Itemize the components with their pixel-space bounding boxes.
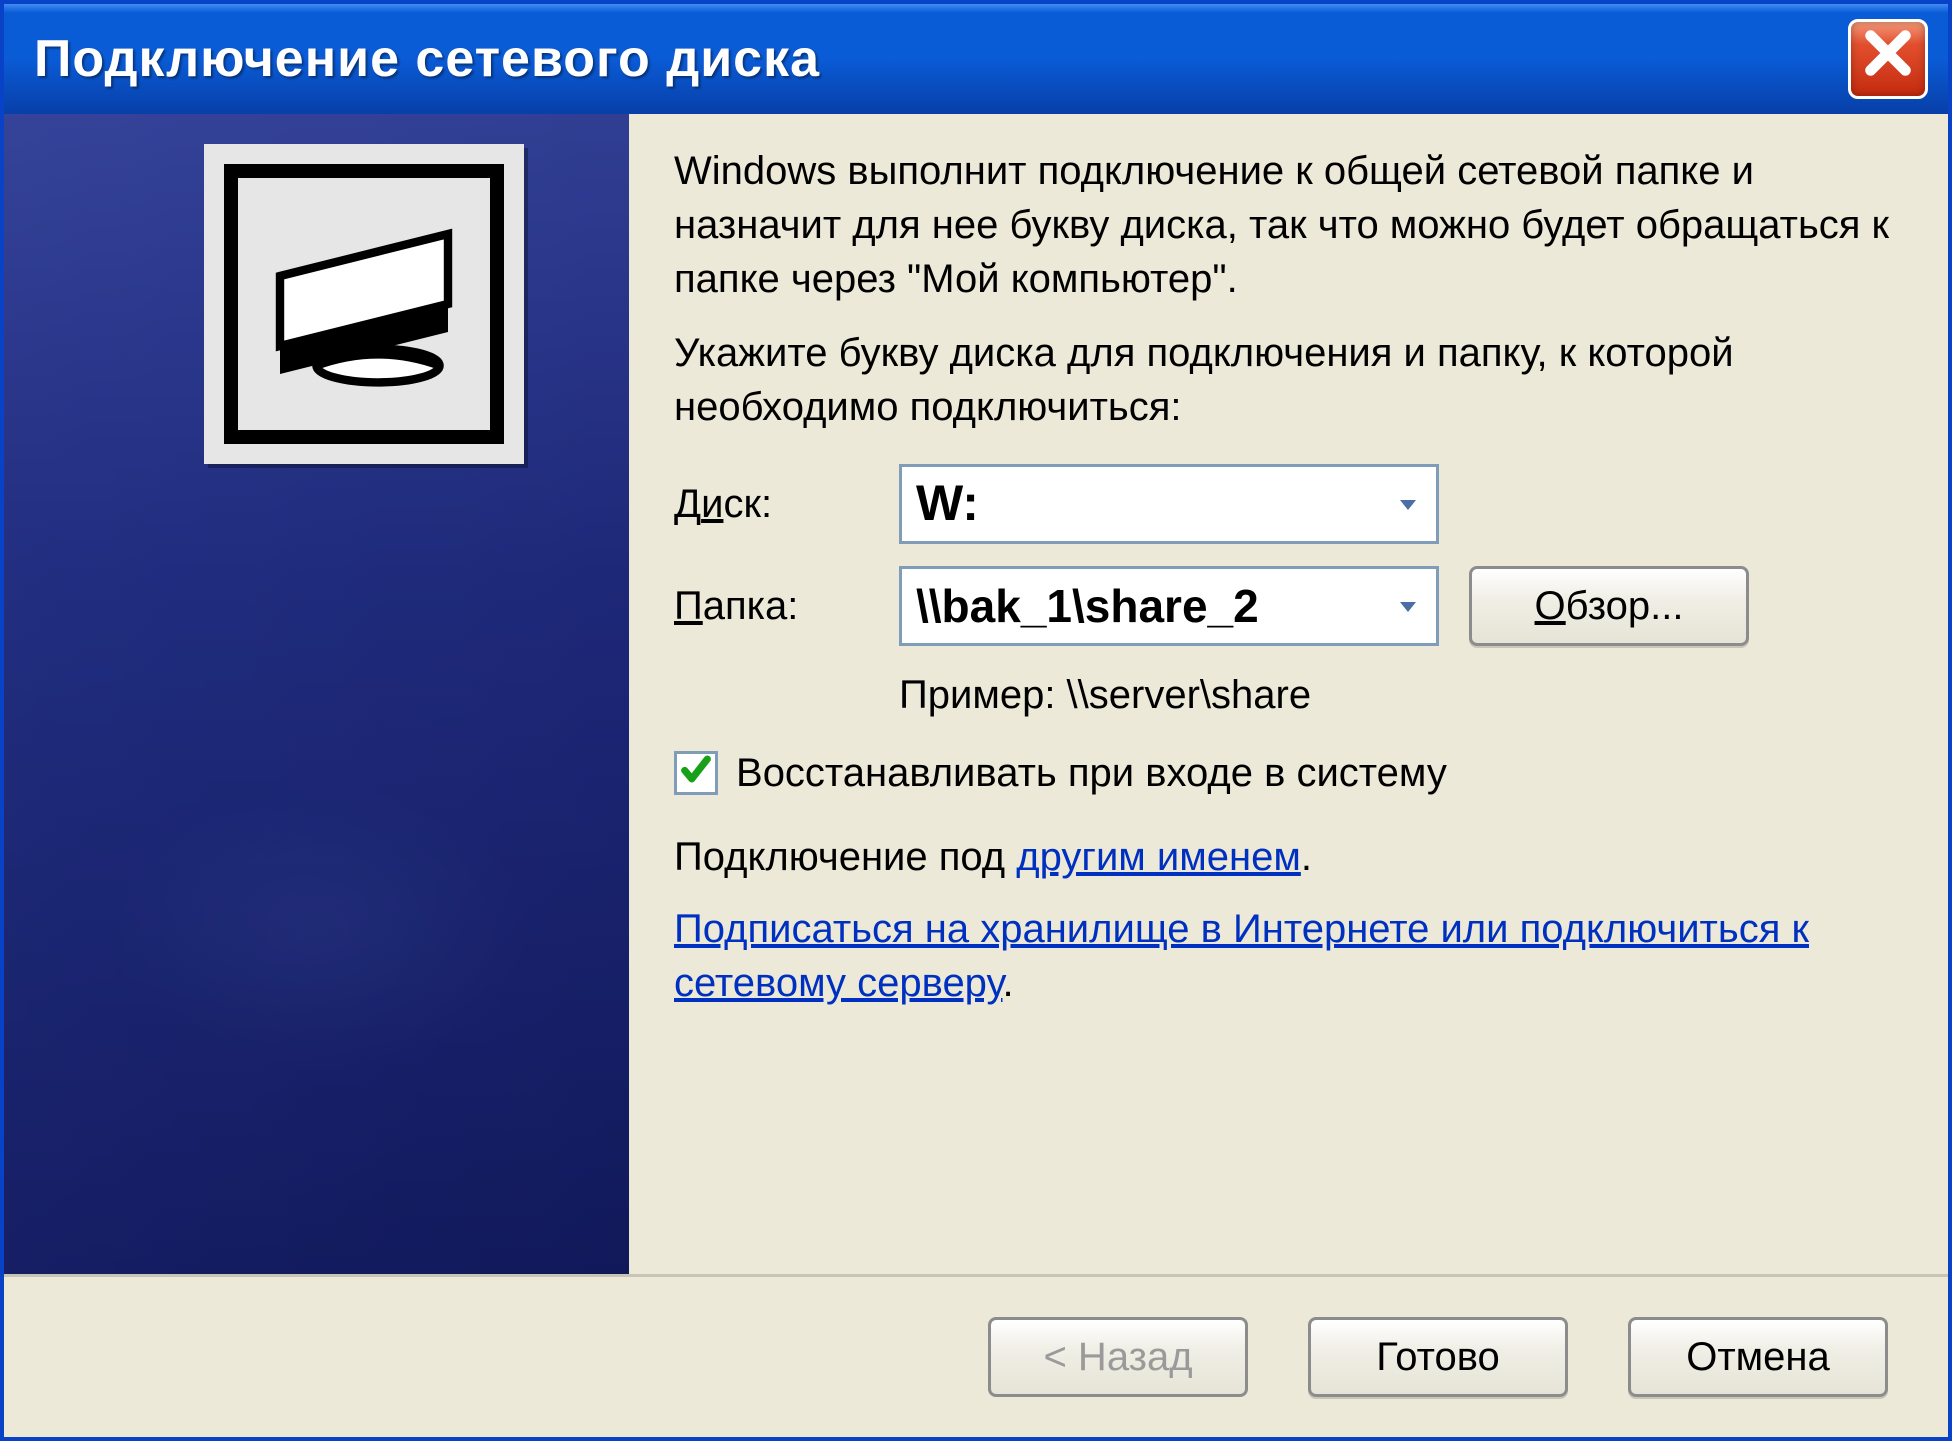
button-bar: < Назад Готово Отмена (4, 1274, 1948, 1437)
reconnect-checkbox[interactable] (674, 751, 718, 795)
drive-row: Диск: W: (674, 464, 1908, 544)
folder-input-value: \\bak_1\share_2 (916, 575, 1259, 637)
drive-select[interactable]: W: (899, 464, 1439, 544)
description-text-2: Укажите букву диска для подключения и па… (674, 326, 1908, 434)
chevron-down-icon (1388, 586, 1428, 626)
form: Диск: W: Папка: \\bak_1\sha (674, 464, 1908, 1028)
reconnect-label: Восстанавливать при входе в систему (736, 746, 1447, 800)
folder-input[interactable]: \\bak_1\share_2 (899, 566, 1439, 646)
example-text: Пример: \\server\share (899, 668, 1908, 722)
drive-select-value: W: (916, 470, 979, 538)
different-user-link[interactable]: другим именем (1016, 835, 1301, 879)
connect-as-row: Подключение под другим именем. (674, 830, 1908, 884)
drive-label: Диск: (674, 477, 869, 531)
folder-label: Папка: (674, 579, 869, 633)
dialog-body: Windows выполнит подключение к общей сет… (4, 114, 1948, 1274)
reconnect-row: Восстанавливать при входе в систему (674, 746, 1908, 800)
cancel-button[interactable]: Отмена (1628, 1317, 1888, 1397)
check-icon (679, 746, 713, 800)
back-button: < Назад (988, 1317, 1248, 1397)
close-icon (1862, 27, 1914, 92)
wizard-content: Windows выполнит подключение к общей сет… (629, 114, 1948, 1274)
browse-button[interactable]: Обзор... (1469, 566, 1749, 646)
network-drive-icon (204, 144, 524, 464)
folder-row: Папка: \\bak_1\share_2 Обзор... (674, 566, 1908, 646)
chevron-down-icon (1388, 484, 1428, 524)
close-button[interactable] (1848, 19, 1928, 99)
titlebar[interactable]: Подключение сетевого диска (4, 4, 1948, 114)
wizard-sidebar (4, 114, 629, 1274)
signup-storage-link[interactable]: Подписаться на хранилище в Интернете или… (674, 907, 1809, 1005)
description-text-1: Windows выполнит подключение к общей сет… (674, 144, 1908, 306)
window-title: Подключение сетевого диска (34, 29, 820, 89)
signup-row: Подписаться на хранилище в Интернете или… (674, 902, 1908, 1010)
finish-button[interactable]: Готово (1308, 1317, 1568, 1397)
map-network-drive-dialog: Подключение сетевого диска (0, 0, 1952, 1441)
